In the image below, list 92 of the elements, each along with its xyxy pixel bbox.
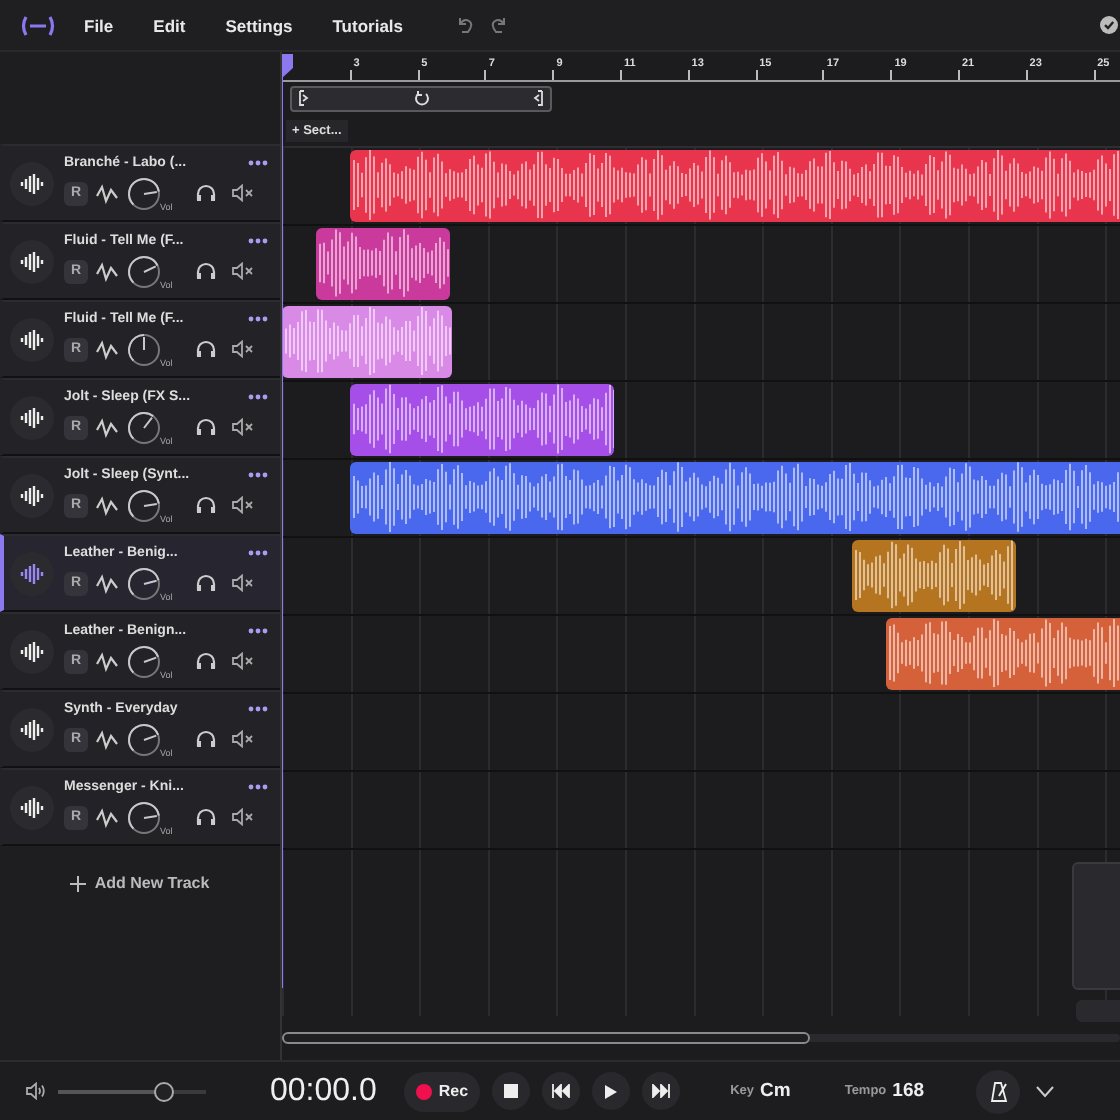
waveform-icon[interactable]	[10, 707, 54, 751]
menu-item[interactable]: Tutorials	[332, 15, 404, 35]
logo-icon[interactable]	[20, 15, 56, 35]
mute-icon[interactable]	[232, 652, 255, 670]
automation-icon[interactable]	[96, 807, 118, 827]
audio-clip[interactable]	[349, 150, 1120, 222]
mute-icon[interactable]	[232, 184, 255, 202]
headphones-icon[interactable]	[196, 652, 217, 670]
audio-clip[interactable]	[282, 306, 451, 378]
plus-icon	[70, 875, 87, 891]
waveform-icon[interactable]	[10, 239, 54, 283]
volume-knob[interactable]	[126, 253, 162, 289]
waveform-icon[interactable]	[10, 629, 54, 673]
audio-clip[interactable]	[349, 384, 615, 456]
automation-icon[interactable]	[96, 417, 118, 437]
volume-knob[interactable]	[126, 331, 162, 367]
volume-knob[interactable]	[126, 643, 162, 679]
waveform-icon[interactable]	[10, 473, 54, 517]
volume-knob[interactable]	[126, 409, 162, 445]
automation-icon[interactable]	[96, 339, 118, 359]
metronome-button[interactable]	[976, 1069, 1021, 1113]
fast-forward-icon	[652, 1084, 671, 1098]
rewind-button[interactable]	[542, 1072, 581, 1110]
mute-icon[interactable]	[232, 496, 255, 514]
automation-icon[interactable]	[96, 261, 118, 281]
mute-icon[interactable]	[232, 730, 255, 748]
master-volume-slider[interactable]	[58, 1081, 206, 1101]
more-icon[interactable]	[248, 159, 268, 165]
headphones-icon[interactable]	[196, 574, 217, 592]
chevron-down-icon[interactable]	[1036, 1085, 1055, 1097]
menu-item[interactable]: Edit	[153, 15, 186, 35]
headphones-icon[interactable]	[196, 496, 217, 514]
loop-end-handle[interactable]	[532, 90, 544, 106]
play-icon	[604, 1083, 619, 1099]
loop-region[interactable]	[290, 85, 552, 111]
automation-icon[interactable]	[96, 573, 118, 593]
volume-knob[interactable]	[126, 175, 162, 211]
menu-item[interactable]: File	[84, 15, 114, 35]
more-icon[interactable]	[248, 705, 268, 711]
automation-icon[interactable]	[96, 183, 118, 203]
speaker-icon[interactable]	[26, 1082, 46, 1100]
automation-icon[interactable]	[96, 495, 118, 515]
headphones-icon[interactable]	[196, 730, 217, 748]
mute-icon[interactable]	[232, 808, 255, 826]
mute-icon[interactable]	[232, 574, 255, 592]
headphones-icon[interactable]	[196, 184, 217, 202]
volume-knob[interactable]	[126, 721, 162, 757]
more-icon[interactable]	[248, 783, 268, 789]
horizontal-scrollbar[interactable]	[282, 1032, 1120, 1044]
undo-icon[interactable]	[455, 16, 474, 34]
headphones-icon[interactable]	[196, 262, 217, 280]
automation-icon[interactable]	[96, 651, 118, 671]
audio-clip[interactable]	[851, 540, 1016, 612]
loop-start-handle[interactable]	[298, 90, 310, 106]
mute-icon[interactable]	[232, 418, 255, 436]
key-value[interactable]: Cm	[760, 1080, 791, 1102]
waveform-icon[interactable]	[10, 317, 54, 361]
headphones-icon[interactable]	[196, 808, 217, 826]
waveform-icon[interactable]	[10, 395, 54, 439]
menu-item[interactable]: Settings	[225, 15, 293, 35]
more-icon[interactable]	[248, 393, 268, 399]
side-panel	[1072, 862, 1120, 990]
stop-button[interactable]	[492, 1072, 531, 1110]
play-button[interactable]	[592, 1072, 631, 1110]
more-icon[interactable]	[248, 237, 268, 243]
more-icon[interactable]	[248, 549, 268, 555]
waveform-icon[interactable]	[10, 161, 54, 205]
record-button[interactable]: Rec	[404, 1071, 481, 1111]
headphones-icon[interactable]	[196, 340, 217, 358]
more-icon[interactable]	[248, 627, 268, 633]
mute-icon[interactable]	[232, 262, 255, 280]
rewind-icon	[552, 1084, 571, 1098]
more-icon[interactable]	[248, 315, 268, 321]
metronome-icon	[989, 1081, 1008, 1101]
more-icon[interactable]	[248, 471, 268, 477]
volume-knob[interactable]	[126, 799, 162, 835]
waveform-icon[interactable]	[10, 785, 54, 829]
stop-icon	[504, 1084, 519, 1098]
automation-icon[interactable]	[96, 729, 118, 749]
redo-icon[interactable]	[489, 16, 508, 34]
tempo-value[interactable]: 168	[892, 1080, 925, 1102]
headphones-icon[interactable]	[196, 418, 217, 436]
loop-icon[interactable]	[413, 90, 429, 106]
add-track-button[interactable]: Add New Track	[70, 874, 210, 892]
volume-knob[interactable]	[126, 487, 162, 523]
audio-clip[interactable]	[349, 462, 1120, 534]
mute-icon[interactable]	[232, 340, 255, 358]
volume-knob[interactable]	[126, 565, 162, 601]
check-icon[interactable]	[1100, 16, 1118, 34]
fast-forward-button[interactable]	[642, 1072, 681, 1110]
audio-clip[interactable]	[315, 228, 451, 300]
time-display: 00:00.0	[270, 1073, 377, 1109]
